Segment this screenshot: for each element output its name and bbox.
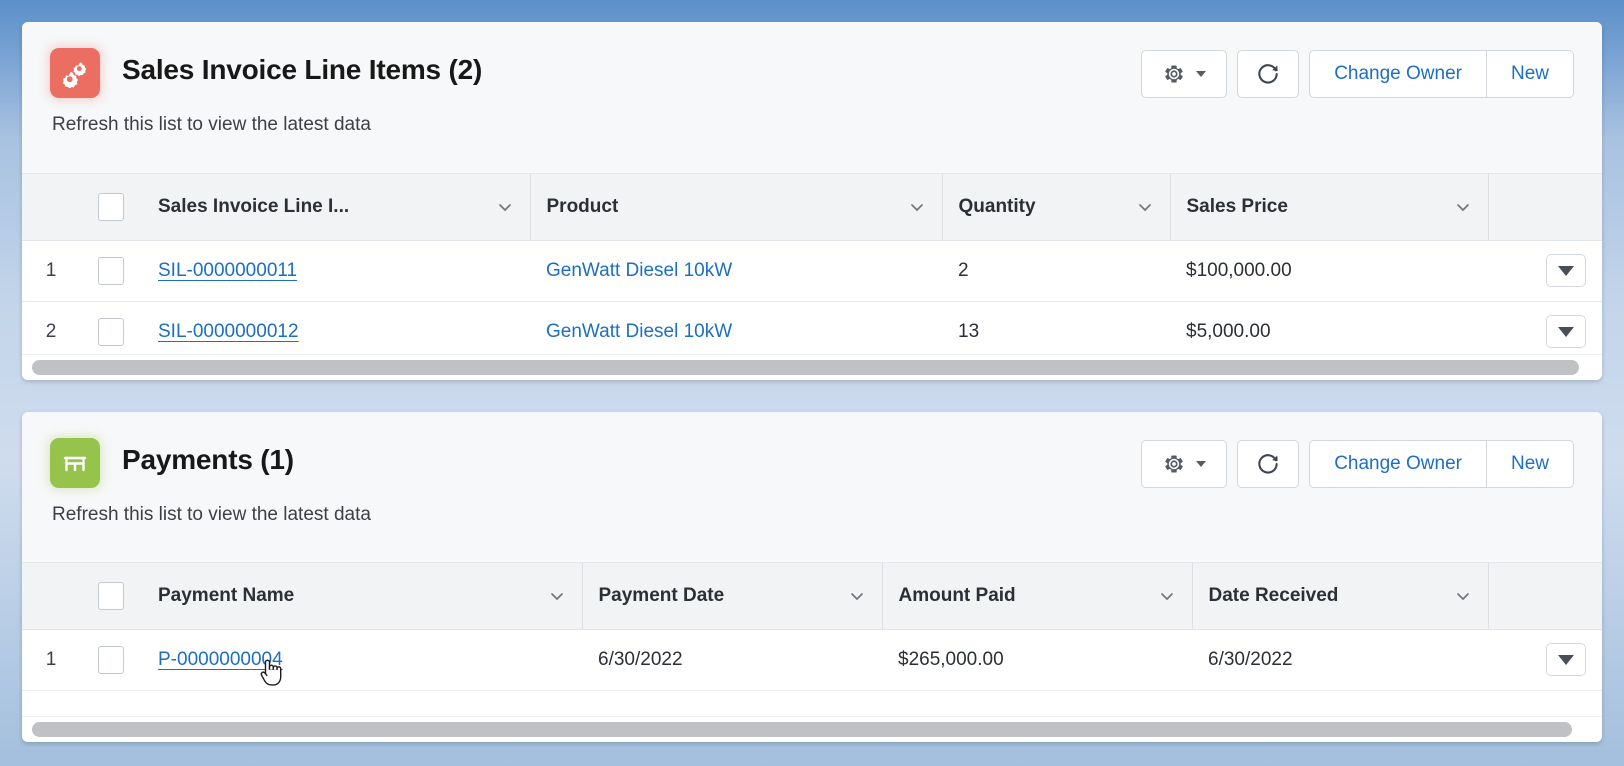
- chevron-down-icon[interactable]: [1454, 198, 1472, 216]
- select-all-checkbox[interactable]: [98, 581, 124, 610]
- cell-payment-date: 6/30/2022: [582, 629, 882, 691]
- cell-row-actions: [1488, 240, 1602, 302]
- sales-invoice-line-items-card: Sales Invoice Line Items (2) Change Owne…: [22, 22, 1602, 380]
- change-owner-button[interactable]: Change Owner: [1309, 440, 1487, 488]
- refresh-hint: Refresh this list to view the latest dat…: [52, 114, 371, 135]
- card-actions: Change Owner New: [1141, 50, 1574, 98]
- refresh-button[interactable]: [1237, 50, 1300, 98]
- row-select-cell: [80, 629, 142, 691]
- owner-new-button-group: Change Owner New: [1309, 440, 1574, 488]
- page-title: Sales Invoice Line Items (2): [122, 54, 483, 85]
- row-number: 2: [22, 301, 80, 363]
- column-header-quantity[interactable]: Quantity: [942, 174, 1171, 241]
- row-select-cell: [80, 240, 142, 302]
- column-header-payment-date[interactable]: Payment Date: [582, 563, 883, 630]
- product-link[interactable]: GenWatt Diesel 10kW: [546, 260, 732, 281]
- select-all-header: [80, 174, 142, 241]
- column-header-sales-price[interactable]: Sales Price: [1170, 174, 1489, 241]
- record-link[interactable]: P-0000000004: [158, 649, 283, 670]
- scrollbar-thumb[interactable]: [32, 722, 1572, 737]
- row-checkbox[interactable]: [98, 256, 124, 285]
- chevron-down-icon[interactable]: [548, 587, 566, 605]
- cell-amount-paid: $265,000.00: [882, 629, 1192, 691]
- refresh-button[interactable]: [1237, 440, 1300, 488]
- table-header-row: Sales Invoice Line I... Product Quantity…: [22, 174, 1602, 241]
- table-row[interactable]: 1 SIL-0000000011 GenWatt Diesel 10kW 2 $…: [22, 240, 1602, 302]
- horizontal-scrollbar[interactable]: [22, 354, 1602, 380]
- cell-quantity: 2: [942, 240, 1170, 302]
- row-number: 1: [22, 629, 80, 691]
- chevron-down-icon[interactable]: [1158, 587, 1176, 605]
- cell-name: SIL-0000000012: [142, 301, 530, 363]
- gear-icon: [1165, 65, 1183, 83]
- column-header-product[interactable]: Product: [530, 174, 943, 241]
- chevron-down-icon: [1196, 461, 1207, 467]
- column-header-sales-invoice-line-item[interactable]: Sales Invoice Line I...: [142, 174, 531, 241]
- select-all-header: [80, 563, 142, 630]
- product-link[interactable]: GenWatt Diesel 10kW: [546, 321, 732, 342]
- cell-product: GenWatt Diesel 10kW: [530, 301, 942, 363]
- column-header-amount-paid[interactable]: Amount Paid: [882, 563, 1193, 630]
- sales-invoice-line-items-table: Sales Invoice Line I... Product Quantity…: [22, 174, 1602, 363]
- bank-icon: [50, 438, 100, 488]
- row-number-header: [22, 174, 80, 241]
- row-actions-header: [1488, 563, 1602, 630]
- list-settings-button[interactable]: [1141, 50, 1228, 98]
- chevron-down-icon: [1196, 71, 1207, 77]
- new-button[interactable]: New: [1486, 440, 1574, 488]
- list-settings-button[interactable]: [1141, 440, 1228, 488]
- chevron-down-icon[interactable]: [1454, 587, 1472, 605]
- cell-row-actions: [1488, 301, 1602, 363]
- select-all-checkbox[interactable]: [98, 192, 124, 221]
- row-actions-button[interactable]: [1546, 315, 1586, 348]
- row-number-header: [22, 563, 80, 630]
- table-row[interactable]: 2 SIL-0000000012 GenWatt Diesel 10kW 13 …: [22, 301, 1602, 363]
- chevron-down-icon[interactable]: [496, 198, 514, 216]
- chevron-down-icon: [1558, 654, 1574, 665]
- table-header-row: Payment Name Payment Date Amount Paid Da…: [22, 563, 1602, 630]
- column-header-payment-name[interactable]: Payment Name: [142, 563, 583, 630]
- record-link[interactable]: SIL-0000000012: [158, 321, 299, 342]
- cell-sales-price: $5,000.00: [1170, 301, 1488, 363]
- table-row[interactable]: 1 P-0000000004 6/30/2022 $265,000.00 6/3…: [22, 629, 1602, 691]
- chevron-down-icon[interactable]: [1136, 198, 1154, 216]
- chevron-down-icon: [1558, 326, 1574, 337]
- payments-card: Payments (1) Change Owner New Refresh th…: [22, 412, 1602, 742]
- column-header-date-received[interactable]: Date Received: [1192, 563, 1489, 630]
- product-item-icon: [50, 48, 100, 98]
- cell-payment-name: P-0000000004: [142, 629, 582, 691]
- card-header: Sales Invoice Line Items (2) Change Owne…: [22, 22, 1602, 174]
- cell-product: GenWatt Diesel 10kW: [530, 240, 942, 302]
- gear-icon: [1165, 455, 1183, 473]
- row-actions-button[interactable]: [1546, 643, 1586, 676]
- chevron-down-icon[interactable]: [908, 198, 926, 216]
- row-number: 1: [22, 240, 80, 302]
- row-checkbox[interactable]: [98, 317, 124, 346]
- horizontal-scrollbar[interactable]: [22, 716, 1602, 742]
- row-select-cell: [80, 301, 142, 363]
- page-title: Payments (1): [122, 444, 294, 475]
- new-button[interactable]: New: [1486, 50, 1574, 98]
- record-link[interactable]: SIL-0000000011: [158, 260, 297, 281]
- cell-name: SIL-0000000011: [142, 240, 530, 302]
- cell-date-received: 6/30/2022: [1192, 629, 1488, 691]
- change-owner-button[interactable]: Change Owner: [1309, 50, 1487, 98]
- row-actions-header: [1488, 174, 1602, 241]
- owner-new-button-group: Change Owner New: [1309, 50, 1574, 98]
- card-header: Payments (1) Change Owner New Refresh th…: [22, 412, 1602, 563]
- cell-row-actions: [1488, 629, 1602, 691]
- chevron-down-icon[interactable]: [848, 587, 866, 605]
- refresh-hint: Refresh this list to view the latest dat…: [52, 504, 371, 525]
- chevron-down-icon: [1558, 265, 1574, 276]
- payments-table: Payment Name Payment Date Amount Paid Da…: [22, 563, 1602, 691]
- card-actions: Change Owner New: [1141, 440, 1574, 488]
- row-actions-button[interactable]: [1546, 254, 1586, 287]
- refresh-icon: [1258, 64, 1278, 84]
- refresh-icon: [1258, 454, 1278, 474]
- cell-quantity: 13: [942, 301, 1170, 363]
- scrollbar-thumb[interactable]: [32, 360, 1579, 375]
- cell-sales-price: $100,000.00: [1170, 240, 1488, 302]
- row-checkbox[interactable]: [98, 645, 124, 674]
